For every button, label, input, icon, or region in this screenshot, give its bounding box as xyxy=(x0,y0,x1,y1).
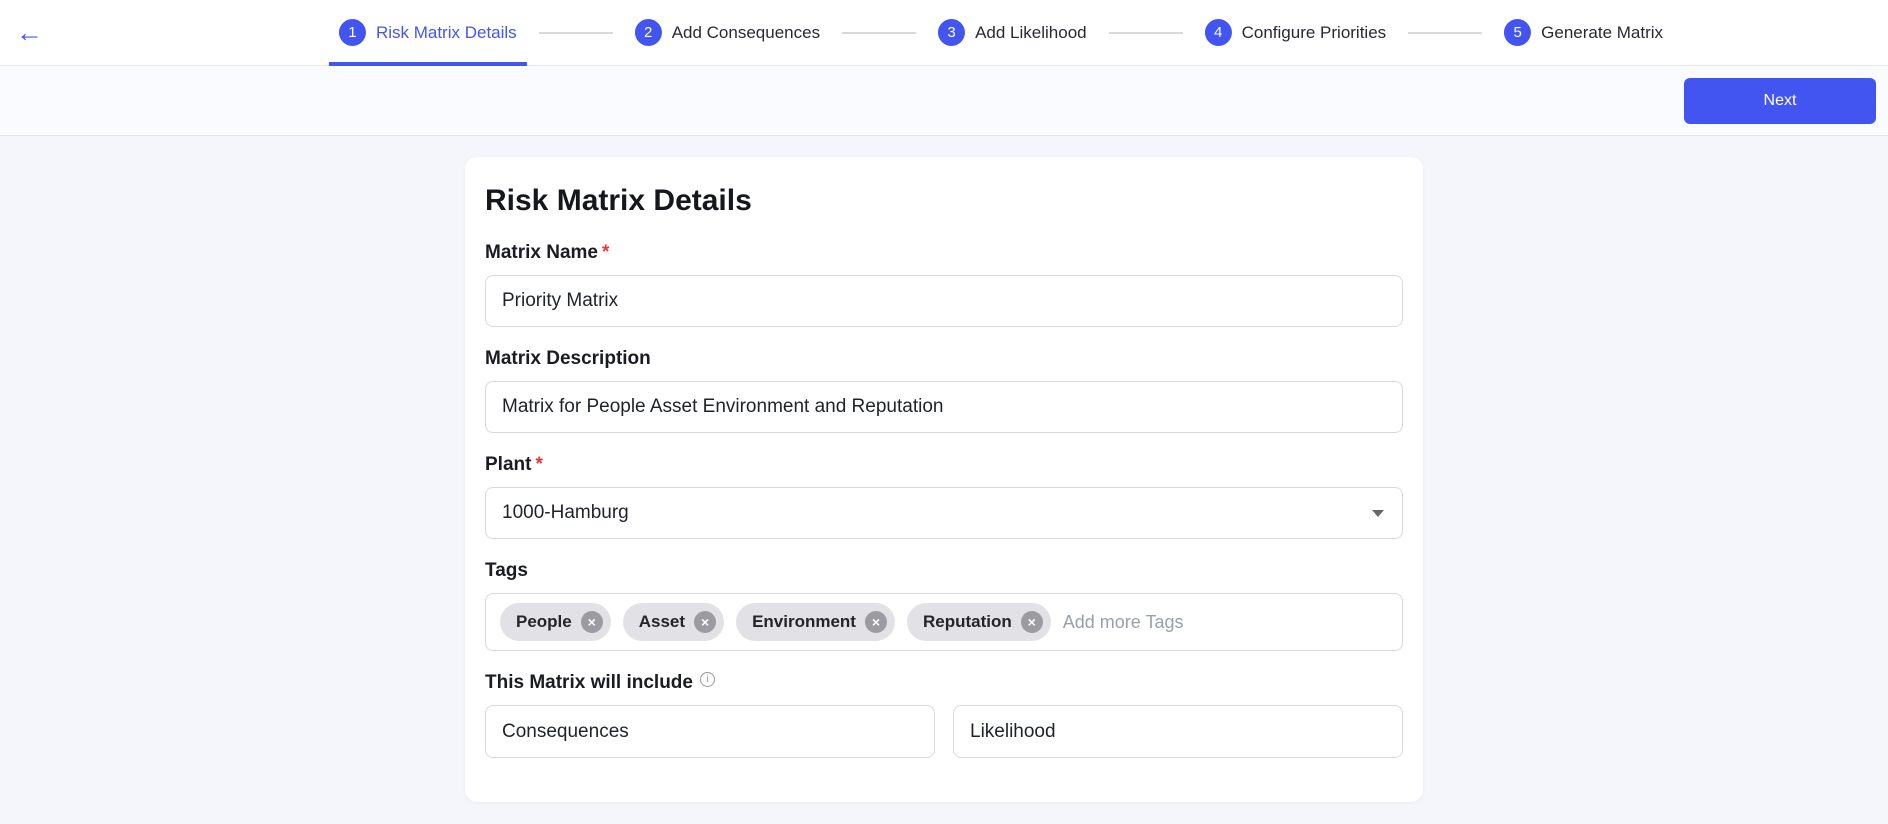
tag-remove-button[interactable]: × xyxy=(865,611,887,633)
close-icon: × xyxy=(1028,611,1036,633)
tag-chip-people: People × xyxy=(500,603,611,641)
matrix-include-row: Consequences Likelihood xyxy=(485,705,1403,758)
step-connector xyxy=(1408,32,1482,34)
plant-label-text: Plant xyxy=(485,454,531,475)
matrix-name-label: Matrix Name* xyxy=(485,241,1403,265)
step-2-label: Add Consequences xyxy=(672,23,820,43)
info-icon[interactable]: i xyxy=(700,672,715,687)
chevron-down-icon xyxy=(1372,510,1384,517)
main-content: Risk Matrix Details Matrix Name* Matrix … xyxy=(0,136,1888,824)
step-connector xyxy=(539,32,613,34)
step-3-number-badge: 3 xyxy=(938,19,965,46)
close-icon: × xyxy=(701,611,709,633)
page-title: Risk Matrix Details xyxy=(485,183,1403,219)
include-box-likelihood: Likelihood xyxy=(953,705,1403,758)
active-step-indicator xyxy=(329,62,527,66)
tag-chip-label: People xyxy=(516,612,572,632)
tag-chip-label: Asset xyxy=(639,612,685,632)
step-5-label: Generate Matrix xyxy=(1541,23,1663,43)
matrix-description-input[interactable] xyxy=(485,381,1403,433)
tag-chip-label: Environment xyxy=(752,612,856,632)
step-2-number-badge: 2 xyxy=(635,19,662,46)
tags-label: Tags xyxy=(485,559,1403,583)
tag-chip-reputation: Reputation × xyxy=(907,603,1051,641)
step-5-number-badge: 5 xyxy=(1504,19,1531,46)
matrix-name-label-text: Matrix Name xyxy=(485,242,598,263)
close-icon: × xyxy=(588,611,596,633)
step-1-number-badge: 1 xyxy=(339,19,366,46)
tag-chip-label: Reputation xyxy=(923,612,1012,632)
tag-remove-button[interactable]: × xyxy=(581,611,603,633)
step-configure-priorities[interactable]: 4 Configure Priorities xyxy=(1195,0,1397,65)
include-box-consequences: Consequences xyxy=(485,705,935,758)
step-add-consequences[interactable]: 2 Add Consequences xyxy=(625,0,830,65)
required-asterisk: * xyxy=(535,454,542,475)
step-1-label: Risk Matrix Details xyxy=(376,23,517,43)
add-tags-input[interactable] xyxy=(1063,612,1388,633)
matrix-description-label: Matrix Description xyxy=(485,347,1403,371)
action-toolbar: Next xyxy=(0,66,1888,136)
required-asterisk: * xyxy=(602,242,609,263)
tag-remove-button[interactable]: × xyxy=(694,611,716,633)
tag-chip-asset: Asset × xyxy=(623,603,724,641)
plant-label: Plant* xyxy=(485,453,1403,477)
tags-field: People × Asset × Environment × Reputatio… xyxy=(485,593,1403,651)
plant-select[interactable]: 1000-Hamburg xyxy=(485,487,1403,539)
next-button[interactable]: Next xyxy=(1684,78,1876,124)
wizard-stepper: 1 Risk Matrix Details 2 Add Consequences… xyxy=(329,0,1673,65)
step-3-label: Add Likelihood xyxy=(975,23,1087,43)
back-button[interactable]: ← xyxy=(10,17,49,48)
step-4-label: Configure Priorities xyxy=(1242,23,1387,43)
matrix-include-label-row: This Matrix will include i xyxy=(485,671,1403,695)
step-generate-matrix[interactable]: 5 Generate Matrix xyxy=(1494,0,1673,65)
step-risk-matrix-details[interactable]: 1 Risk Matrix Details xyxy=(329,0,527,65)
tag-remove-button[interactable]: × xyxy=(1021,611,1043,633)
risk-matrix-details-card: Risk Matrix Details Matrix Name* Matrix … xyxy=(465,157,1423,802)
close-icon: × xyxy=(872,611,880,633)
step-connector xyxy=(842,32,916,34)
step-add-likelihood[interactable]: 3 Add Likelihood xyxy=(928,0,1097,65)
matrix-name-input[interactable] xyxy=(485,275,1403,327)
step-4-number-badge: 4 xyxy=(1205,19,1232,46)
back-arrow-icon: ← xyxy=(16,17,43,47)
step-connector xyxy=(1109,32,1183,34)
matrix-include-label: This Matrix will include xyxy=(485,671,693,695)
plant-select-value: 1000-Hamburg xyxy=(502,502,629,524)
wizard-header: ← 1 Risk Matrix Details 2 Add Consequenc… xyxy=(0,0,1888,66)
tag-chip-environment: Environment × xyxy=(736,603,895,641)
